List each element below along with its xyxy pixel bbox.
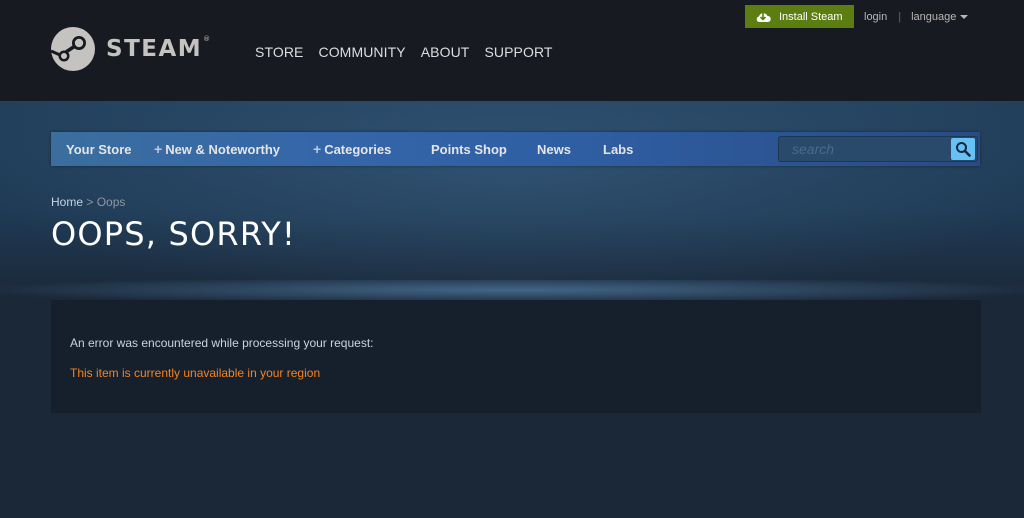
steam-wordmark: STEAM ® [106, 35, 210, 62]
tab-labs[interactable]: Labs [603, 132, 633, 166]
registered-mark: ® [203, 35, 211, 43]
menu-about[interactable]: ABOUT [421, 43, 470, 61]
tab-label: New & Noteworthy [165, 141, 281, 157]
language-label: language [911, 10, 957, 23]
search-input[interactable] [779, 137, 951, 161]
tab-label: Categories [324, 141, 392, 157]
tab-label: Your Store [66, 141, 132, 157]
steam-logo[interactable]: STEAM ® [51, 27, 210, 71]
tab-new-noteworthy[interactable]: + New & Noteworthy [154, 132, 280, 166]
breadcrumb-separator: > [83, 195, 97, 209]
steam-logo-icon [51, 27, 95, 71]
menu-store[interactable]: STORE [255, 43, 303, 61]
plus-icon: + [313, 141, 322, 157]
language-dropdown[interactable]: language [911, 10, 969, 23]
caret-down-icon [960, 15, 969, 19]
login-link[interactable]: login [864, 11, 887, 23]
content-glow [0, 280, 1024, 302]
plus-icon: + [154, 141, 163, 157]
store-search [778, 136, 978, 162]
menu-community[interactable]: COMMUNITY [318, 43, 405, 61]
search-button[interactable] [951, 138, 975, 160]
tab-label: Labs [603, 141, 634, 157]
error-panel: An error was encountered while processin… [51, 300, 981, 413]
global-header: STEAM ® STORE COMMUNITY ABOUT SUPPORT In… [0, 0, 1024, 101]
global-actions: Install Steam login | language [745, 5, 969, 28]
tab-label: Points Shop [431, 141, 507, 157]
breadcrumb-home[interactable]: Home [51, 195, 83, 209]
page-title: OOPS, SORRY! [51, 215, 297, 253]
tab-news[interactable]: News [537, 132, 571, 166]
breadcrumb-current: Oops [96, 195, 126, 209]
tab-categories[interactable]: + Categories [313, 132, 391, 166]
install-steam-label: Install Steam [779, 10, 843, 23]
error-message: This item is currently unavailable in yo… [70, 366, 321, 380]
header-separator: | [898, 10, 902, 23]
steam-wordmark-text: STEAM [106, 36, 203, 62]
menu-support[interactable]: SUPPORT [484, 43, 552, 61]
download-cloud-icon [756, 12, 771, 22]
install-steam-button[interactable]: Install Steam [745, 5, 854, 28]
magnifier-icon [956, 142, 971, 157]
tab-your-store[interactable]: Your Store [66, 132, 132, 166]
tab-label: News [537, 141, 571, 157]
error-intro-text: An error was encountered while processin… [70, 336, 374, 350]
main-menu: STORE COMMUNITY ABOUT SUPPORT [255, 43, 553, 61]
tab-points-shop[interactable]: Points Shop [431, 132, 507, 166]
breadcrumb: Home > Oops [51, 195, 125, 209]
